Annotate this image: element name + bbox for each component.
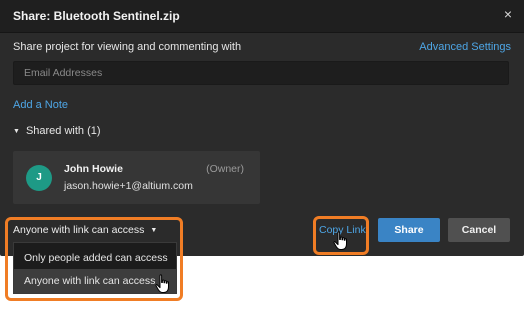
user-role: (Owner)	[206, 163, 244, 175]
caret-down-icon: ▼	[13, 128, 20, 135]
shared-with-label: Shared with (1)	[25, 125, 101, 137]
shared-user-card: J John Howie (Owner) jason.howie+1@altiu…	[13, 151, 260, 204]
email-addresses-input[interactable]	[13, 61, 509, 85]
close-icon[interactable]: ×	[504, 6, 512, 22]
dialog-titlebar: Share: Bluetooth Sentinel.zip ×	[0, 0, 524, 33]
avatar: J	[26, 165, 52, 191]
link-access-label: Anyone with link can access	[13, 224, 145, 236]
share-intro-text: Share project for viewing and commenting…	[13, 41, 242, 53]
user-email: jason.howie+1@altium.com	[64, 180, 193, 192]
cancel-button[interactable]: Cancel	[448, 218, 510, 242]
link-access-menu: Only people added can access Anyone with…	[13, 242, 177, 294]
link-access-dropdown[interactable]: Anyone with link can access ▼	[13, 224, 157, 236]
add-note-link[interactable]: Add a Note	[13, 99, 68, 111]
advanced-settings-link[interactable]: Advanced Settings	[419, 41, 511, 53]
dialog-title: Share: Bluetooth Sentinel.zip	[13, 9, 180, 23]
share-button[interactable]: Share	[378, 218, 440, 242]
share-dialog: Share: Bluetooth Sentinel.zip × Share pr…	[0, 0, 524, 256]
menu-option-only-people-added[interactable]: Only people added can access	[14, 246, 176, 270]
menu-option-anyone-with-link[interactable]: Anyone with link can access	[14, 269, 176, 293]
shared-with-toggle[interactable]: ▼ Shared with (1)	[13, 125, 101, 137]
copy-link-button[interactable]: Copy Link	[319, 224, 366, 236]
user-name: John Howie	[64, 163, 123, 175]
caret-down-icon: ▼	[150, 227, 158, 234]
